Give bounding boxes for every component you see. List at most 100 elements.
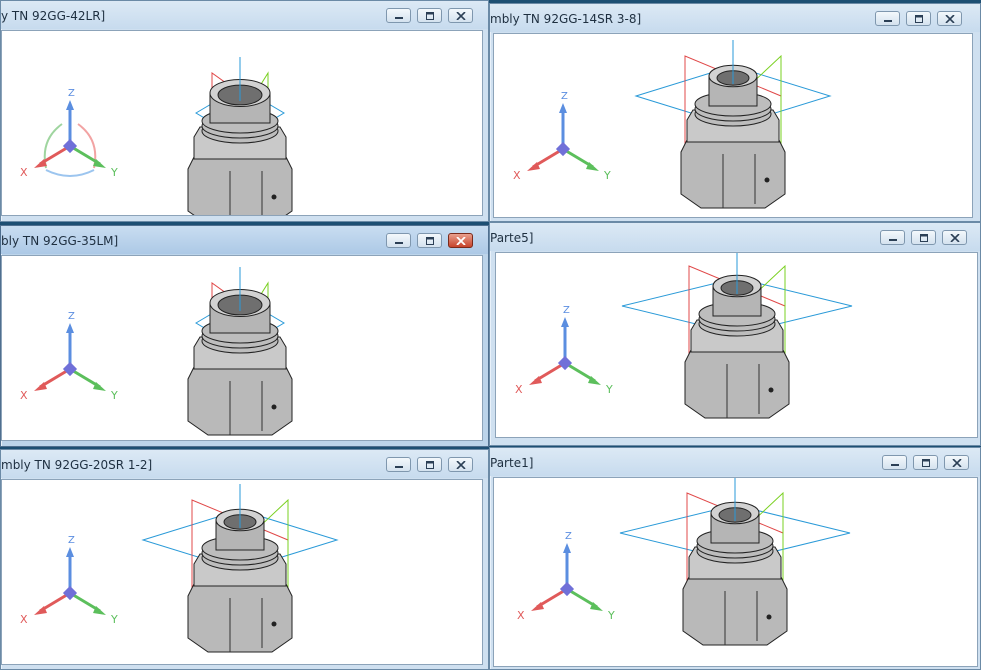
minimize-button[interactable]	[880, 230, 905, 245]
window-assembly-42lr[interactable]: y TN 92GG-42LR] Z X Y	[0, 0, 489, 222]
rotation-arc	[45, 169, 95, 177]
x-label: X	[20, 613, 28, 626]
maximize-button[interactable]	[911, 230, 936, 245]
z-arrow-icon	[559, 103, 567, 113]
titlebar[interactable]: Parte1]	[490, 448, 980, 476]
minimize-button[interactable]	[875, 11, 900, 26]
model-viewport[interactable]: Z X Y	[1, 30, 483, 216]
port-hole	[271, 621, 277, 627]
window-title: mbly TN 92GG-14SR 3-8]	[490, 12, 642, 26]
close-icon	[949, 233, 960, 242]
x-label: X	[515, 383, 523, 396]
window-controls	[882, 455, 969, 470]
hex-nut	[684, 349, 790, 419]
fitting-model	[634, 40, 832, 209]
minimize-button[interactable]	[386, 457, 411, 472]
hex-nut	[187, 156, 293, 215]
maximize-button[interactable]	[417, 233, 442, 248]
hex-nut	[680, 139, 786, 209]
port-hole	[271, 404, 277, 410]
z-arrow-icon	[66, 100, 74, 110]
minimize-icon	[888, 238, 897, 241]
close-button[interactable]	[448, 457, 473, 472]
z-arrow-icon	[563, 543, 571, 553]
window-parte1[interactable]: Parte1] Z X Y	[489, 447, 981, 670]
minimize-icon	[394, 241, 403, 244]
close-icon	[455, 460, 466, 469]
x-label: X	[513, 169, 521, 182]
window-title: Parte5]	[490, 231, 534, 245]
minimize-button[interactable]	[882, 455, 907, 470]
maximize-icon	[425, 11, 434, 20]
window-assembly-20sr[interactable]: mbly TN 92GG-20SR 1-2] Z X Y	[0, 449, 489, 670]
axis-triad: Z X Y	[20, 88, 118, 179]
window-controls	[880, 230, 967, 245]
minimize-icon	[890, 463, 899, 466]
window-title: mbly TN 92GG-20SR 1-2]	[1, 458, 153, 472]
close-button[interactable]	[448, 8, 473, 23]
z-label: Z	[68, 311, 75, 322]
hex-nut	[682, 576, 788, 646]
model-viewport[interactable]: Z X Y	[495, 252, 978, 438]
y-label: Y	[607, 609, 615, 622]
window-assembly-35lm[interactable]: bly TN 92GG-35LM] Z X Y	[0, 225, 489, 447]
minimize-button[interactable]	[386, 233, 411, 248]
maximize-button[interactable]	[913, 455, 938, 470]
z-arrow-icon	[561, 317, 569, 327]
scene-canvas: Z X Y	[20, 267, 293, 436]
origin-marker	[557, 355, 573, 371]
close-icon	[455, 11, 466, 20]
titlebar[interactable]: y TN 92GG-42LR]	[1, 1, 488, 29]
x-label: X	[20, 389, 28, 402]
close-button[interactable]	[448, 233, 473, 248]
axis-triad: Z X Y	[513, 91, 611, 182]
model-viewport[interactable]: Z X Y	[1, 479, 483, 665]
y-label: Y	[110, 166, 118, 179]
z-arrow-icon	[66, 547, 74, 557]
z-label: Z	[561, 91, 568, 102]
close-button[interactable]	[942, 230, 967, 245]
model-viewport[interactable]: Z X Y	[1, 255, 483, 441]
y-label: Y	[110, 613, 118, 626]
titlebar[interactable]: Parte5]	[490, 223, 980, 251]
titlebar[interactable]: mbly TN 92GG-14SR 3-8]	[490, 4, 980, 32]
hex-nut	[187, 366, 293, 436]
maximize-button[interactable]	[417, 457, 442, 472]
axis-triad: Z X Y	[20, 535, 118, 626]
titlebar[interactable]: bly TN 92GG-35LM]	[1, 226, 488, 254]
titlebar[interactable]: mbly TN 92GG-20SR 1-2]	[1, 450, 488, 478]
maximize-button[interactable]	[906, 11, 931, 26]
scene-canvas: Z X Y	[517, 478, 851, 646]
window-controls	[386, 233, 473, 248]
origin-marker	[62, 138, 78, 154]
close-button[interactable]	[937, 11, 962, 26]
x-label: X	[517, 609, 525, 622]
fitting-model	[621, 253, 853, 419]
close-icon	[455, 236, 466, 245]
z-label: Z	[565, 531, 572, 542]
z-label: Z	[563, 305, 570, 316]
window-controls	[386, 457, 473, 472]
minimize-button[interactable]	[386, 8, 411, 23]
window-assembly-14sr[interactable]: mbly TN 92GG-14SR 3-8] Z X Y	[489, 3, 981, 222]
window-controls	[386, 8, 473, 23]
minimize-icon	[883, 19, 892, 22]
window-parte5[interactable]: Parte5] Z X Y	[489, 222, 981, 446]
minimize-icon	[394, 465, 403, 468]
maximize-icon	[919, 233, 928, 242]
fitting-model	[141, 484, 339, 653]
fitting-model	[187, 57, 293, 215]
maximize-button[interactable]	[417, 8, 442, 23]
y-label: Y	[605, 383, 613, 396]
model-viewport[interactable]: Z X Y	[493, 33, 973, 218]
scene-canvas: Z X Y	[20, 57, 293, 215]
axis-triad: Z X Y	[515, 305, 613, 396]
model-viewport[interactable]: Z X Y	[493, 477, 978, 667]
origin-marker	[559, 581, 575, 597]
close-button[interactable]	[944, 455, 969, 470]
z-arrow-icon	[66, 323, 74, 333]
maximize-icon	[425, 236, 434, 245]
hex-nut	[187, 583, 293, 653]
axis-triad: Z X Y	[20, 311, 118, 402]
window-controls	[875, 11, 962, 26]
